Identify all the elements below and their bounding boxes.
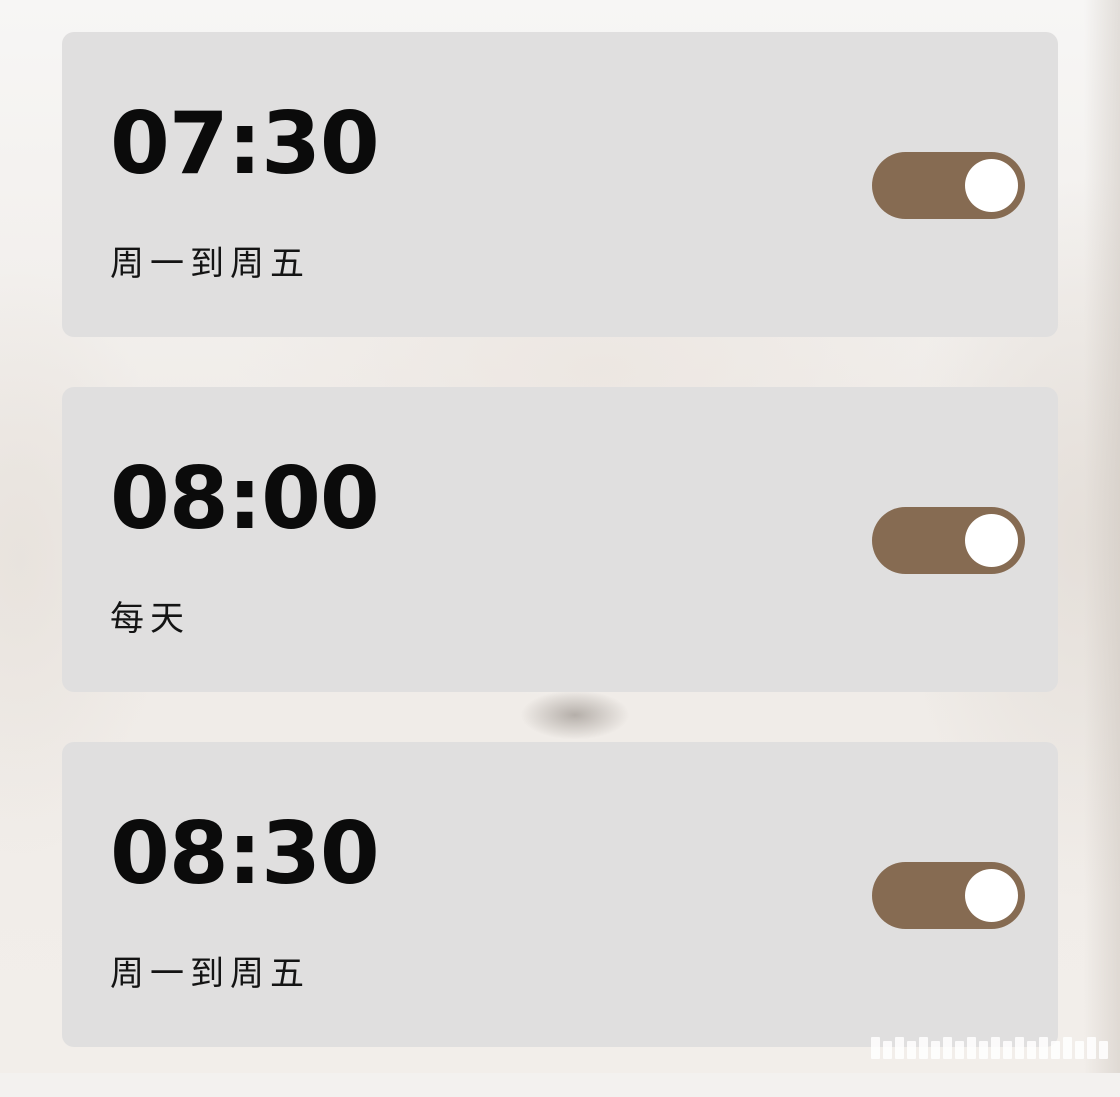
alarm-toggle-switch[interactable]	[872, 152, 1025, 219]
toggle-knob	[965, 159, 1018, 212]
alarm-time: 08:30	[110, 804, 380, 904]
watermark	[871, 1037, 1108, 1059]
background-edge	[1084, 0, 1120, 1073]
alarm-toggle-switch[interactable]	[872, 862, 1025, 929]
toggle-knob	[965, 514, 1018, 567]
toggle-knob	[965, 869, 1018, 922]
alarm-card[interactable]: 08:30 周一到周五	[62, 742, 1058, 1047]
alarm-card[interactable]: 07:30 周一到周五	[62, 32, 1058, 337]
alarm-repeat-days: 周一到周五	[110, 954, 310, 994]
alarm-time: 08:00	[110, 449, 380, 549]
alarm-repeat-days: 每天	[110, 599, 190, 639]
alarm-list: 07:30 周一到周五 08:00 每天 08:30 周一到周五	[62, 32, 1058, 1097]
alarm-time: 07:30	[110, 94, 380, 194]
alarm-toggle-switch[interactable]	[872, 507, 1025, 574]
alarm-card[interactable]: 08:00 每天	[62, 387, 1058, 692]
alarm-repeat-days: 周一到周五	[110, 244, 310, 284]
